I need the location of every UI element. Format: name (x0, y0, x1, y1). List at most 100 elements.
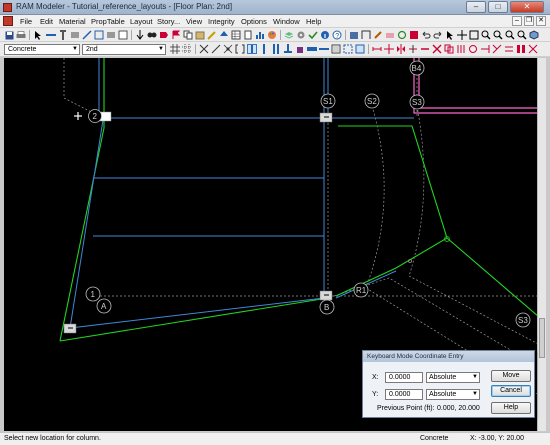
zoom-out-icon[interactable] (493, 30, 503, 40)
beam-line-icon[interactable] (319, 44, 329, 54)
mdi-restore-button[interactable]: ❐ (524, 16, 534, 26)
mdi-close-button[interactable]: ✕ (536, 16, 546, 26)
footing-icon[interactable] (283, 44, 293, 54)
menu-help[interactable]: Help (306, 17, 321, 26)
wall-tool-icon[interactable] (516, 44, 526, 54)
refresh-icon[interactable] (397, 30, 407, 40)
grid-icon[interactable] (170, 44, 180, 54)
x-mode-select[interactable]: Absolute ▼ (426, 372, 480, 383)
menu-window[interactable]: Window (273, 17, 300, 26)
slab-edge-icon[interactable] (343, 44, 353, 54)
brush-icon[interactable] (373, 30, 383, 40)
menu-file[interactable]: File (20, 17, 32, 26)
pier-icon[interactable] (295, 44, 305, 54)
chart-icon[interactable] (255, 30, 265, 40)
mdi-minimize-button[interactable]: – (512, 16, 522, 26)
eraser-icon[interactable] (385, 30, 395, 40)
grid-bubble-r1[interactable]: R1 (353, 282, 369, 298)
x-field[interactable]: 0.0000 (385, 372, 423, 383)
info-icon[interactable] (320, 30, 330, 40)
wall-icon[interactable] (70, 30, 80, 40)
report-icon[interactable] (243, 30, 253, 40)
menu-edit[interactable]: Edit (40, 17, 53, 26)
zoom-window-icon[interactable] (469, 30, 479, 40)
table-icon[interactable] (231, 30, 241, 40)
deck-icon[interactable] (106, 30, 116, 40)
menu-options[interactable]: Options (241, 17, 267, 26)
palette-icon[interactable] (267, 30, 277, 40)
paste-icon[interactable] (195, 30, 205, 40)
y-mode-select[interactable]: Absolute ▼ (426, 389, 480, 400)
move-icon[interactable] (384, 44, 394, 54)
redo-icon[interactable] (433, 30, 443, 40)
help-icon[interactable]: ? (332, 30, 342, 40)
array-icon[interactable] (456, 44, 466, 54)
help-button[interactable]: Help (491, 402, 531, 414)
frame-icon[interactable] (361, 30, 371, 40)
find-icon[interactable] (147, 30, 157, 40)
delete-icon[interactable] (432, 44, 442, 54)
extend-icon[interactable] (480, 44, 490, 54)
menu-story[interactable]: Story... (157, 17, 180, 26)
grid-bubble-s3-top[interactable]: S3 (409, 94, 425, 110)
zoom-in-icon[interactable] (481, 30, 491, 40)
save-icon[interactable] (4, 30, 14, 40)
mirror-icon[interactable] (396, 44, 406, 54)
grid-bubble-1[interactable]: 1 (85, 286, 101, 302)
grid-bubble-b[interactable]: B (319, 299, 335, 315)
join-icon[interactable] (420, 44, 430, 54)
check-icon[interactable] (308, 30, 318, 40)
menu-material[interactable]: Material (59, 17, 86, 26)
tag-icon[interactable] (159, 30, 169, 40)
cancel-button[interactable]: Cancel (491, 385, 531, 397)
opening-icon[interactable] (118, 30, 128, 40)
beam-tool-icon[interactable] (307, 44, 317, 54)
view-3d-icon[interactable] (529, 30, 539, 40)
pencil-icon[interactable] (207, 30, 217, 40)
material-select[interactable]: Concrete ▼ (4, 44, 80, 55)
deck-tool-icon[interactable] (355, 44, 365, 54)
offset-icon[interactable] (504, 44, 514, 54)
bracket-icon[interactable] (235, 44, 245, 54)
rotate-icon[interactable] (468, 44, 478, 54)
story-select[interactable]: 2nd ▼ (82, 44, 166, 55)
document-icon[interactable] (3, 16, 13, 26)
minimize-button[interactable]: – (466, 1, 486, 13)
zoom-previous-icon[interactable] (517, 30, 527, 40)
delete-x-icon[interactable] (199, 44, 209, 54)
menu-layout[interactable]: Layout (130, 17, 153, 26)
slab-icon[interactable] (94, 30, 104, 40)
cursor-icon[interactable] (445, 30, 455, 40)
vertical-scrollbar[interactable] (537, 58, 546, 431)
menu-integrity[interactable]: Integrity (208, 17, 235, 26)
zoom-extents-icon[interactable] (505, 30, 515, 40)
column-line-icon[interactable] (259, 44, 269, 54)
menu-proptable[interactable]: PropTable (91, 17, 125, 26)
dimension-icon[interactable] (372, 44, 382, 54)
column-pair-icon[interactable] (271, 44, 281, 54)
undo-icon[interactable] (421, 30, 431, 40)
gear-icon[interactable] (296, 30, 306, 40)
grid-bubble-a[interactable]: A (96, 298, 112, 314)
column-tool-icon[interactable] (247, 44, 257, 54)
close-button[interactable]: ✕ (510, 1, 544, 13)
grid-bubble-s1[interactable]: S1 (320, 93, 336, 109)
column-icon[interactable] (58, 30, 68, 40)
select-icon[interactable] (33, 30, 43, 40)
stop-icon[interactable] (409, 30, 419, 40)
menu-view[interactable]: View (186, 17, 202, 26)
print-icon[interactable] (16, 30, 26, 40)
diagonal-icon[interactable] (211, 44, 221, 54)
brace-tool-icon[interactable] (528, 44, 538, 54)
beam-list-icon[interactable] (331, 44, 341, 54)
grid-bubble-b4[interactable]: B4 (409, 60, 425, 76)
copy-icon[interactable] (183, 30, 193, 40)
beam-icon[interactable] (46, 30, 56, 40)
snap-icon[interactable] (223, 44, 233, 54)
trim-icon[interactable] (492, 44, 502, 54)
grid-bubble-s3-bottom[interactable]: S3 (515, 312, 531, 328)
model-icon[interactable] (349, 30, 359, 40)
copy-member-icon[interactable] (444, 44, 454, 54)
pan-icon[interactable] (457, 30, 467, 40)
brace-icon[interactable] (82, 30, 92, 40)
